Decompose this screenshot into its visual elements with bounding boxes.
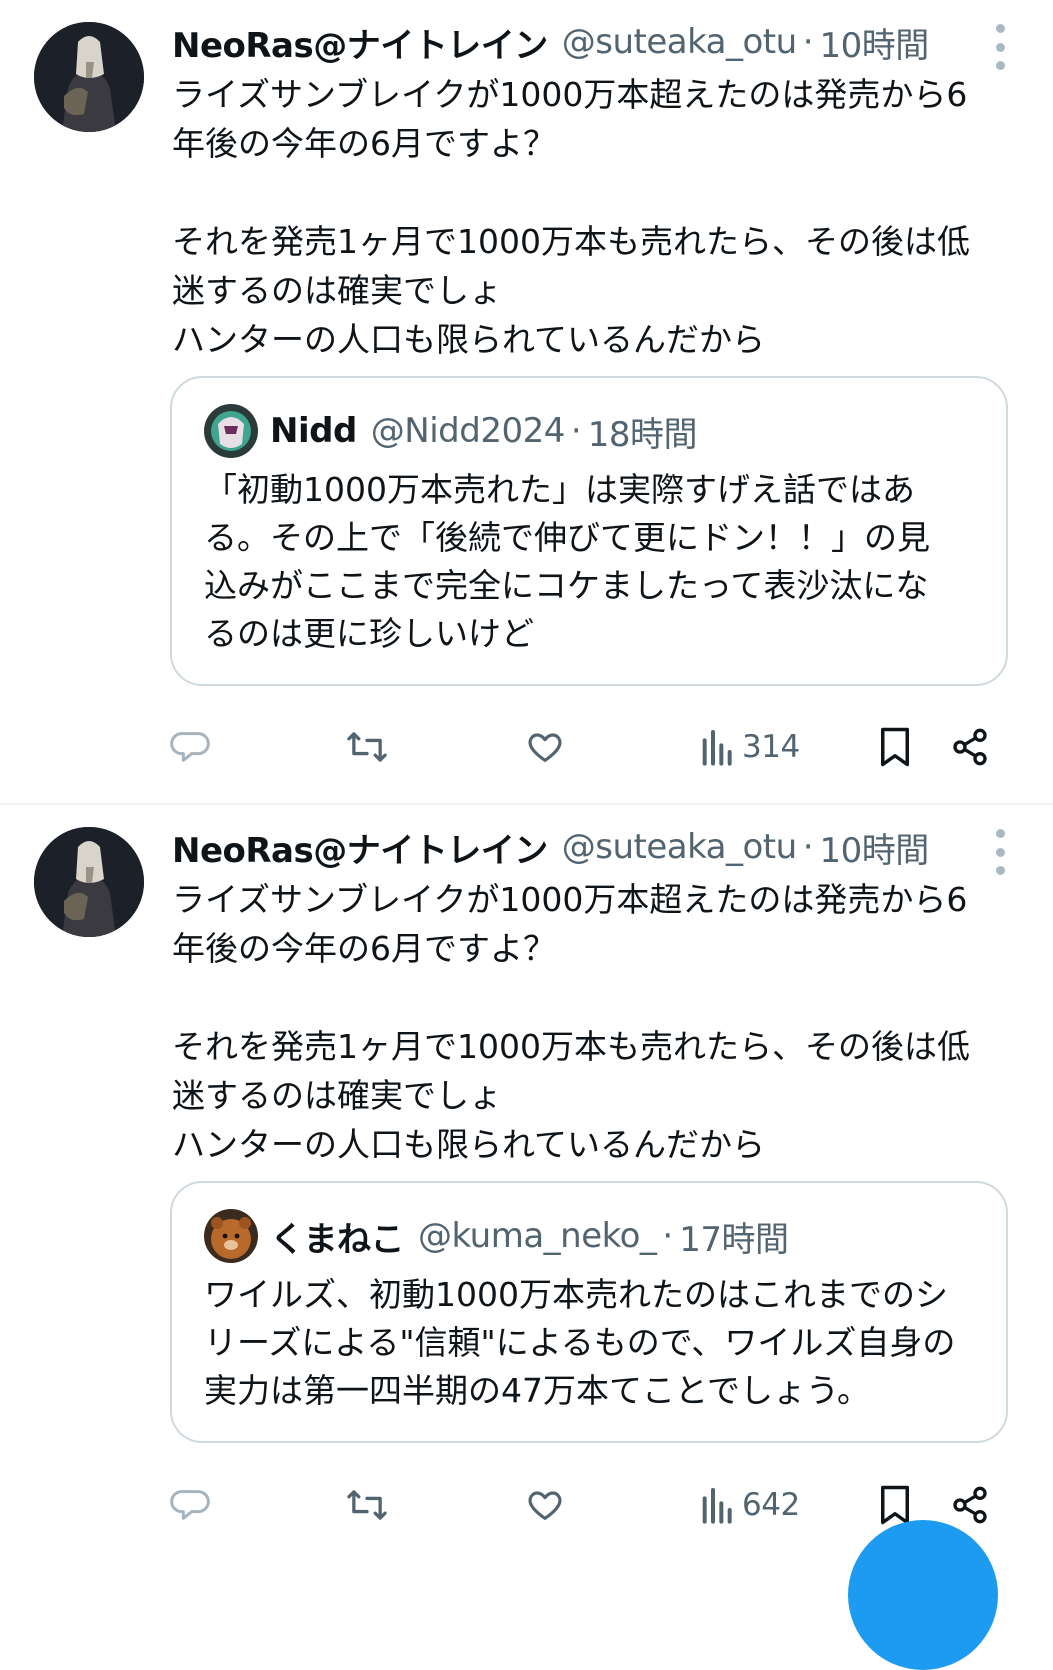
quote-timestamp: 17時間 — [679, 1219, 789, 1260]
quote-header: Nidd @Nidd2024 · 18時間 — [204, 402, 974, 460]
timestamp[interactable]: 10時間 — [820, 823, 930, 872]
action-bar: 314 — [170, 717, 1000, 777]
tweet[interactable]: NeoRas@ナイトレイン @suteaka_otu · 10時間 ライズサンブ… — [0, 0, 1053, 803]
more-icon[interactable] — [988, 829, 1012, 875]
quoted-tweet[interactable]: くまねこ @kuma_neko_ · 17時間 ワイルズ、初動1000万本売れた… — [170, 1181, 1008, 1443]
like-button[interactable] — [524, 1475, 566, 1535]
author-name[interactable]: NeoRas@ナイトレイン — [172, 18, 548, 67]
tweet-header: NeoRas@ナイトレイン @suteaka_otu · 10時間 — [172, 14, 1032, 70]
tweet[interactable]: NeoRas@ナイトレイン @suteaka_otu · 10時間 ライズサンブ… — [0, 803, 1053, 1606]
quote-text: 「初動1000万本売れた」は実際すげえ話ではあ る。その上で「後続で伸びて更にド… — [204, 470, 930, 653]
author-avatar[interactable] — [34, 22, 144, 132]
quote-author-handle: @kuma_neko_ — [418, 1216, 657, 1256]
quote-header: くまねこ @kuma_neko_ · 17時間 — [204, 1207, 974, 1265]
like-icon — [528, 733, 562, 762]
tweet-text: ライズサンブレイクが1000万本超えたのは発売から6 年後の今年の6月ですよ？ … — [172, 880, 970, 1164]
retweet-button[interactable] — [344, 717, 390, 777]
reply-icon — [170, 732, 210, 762]
quote-author-name: Nidd — [270, 411, 357, 451]
author-avatar[interactable] — [34, 827, 144, 937]
views-button[interactable]: 314 — [700, 717, 800, 777]
reply-button[interactable] — [170, 1475, 210, 1535]
tweet-header: NeoRas@ナイトレイン @suteaka_otu · 10時間 — [172, 819, 1032, 875]
like-button[interactable] — [524, 717, 566, 777]
action-bar: 642 — [170, 1475, 1000, 1535]
author-name[interactable]: NeoRas@ナイトレイン — [172, 823, 548, 872]
timestamp[interactable]: 10時間 — [820, 18, 930, 67]
view-count: 314 — [742, 729, 800, 765]
quoted-tweet[interactable]: Nidd @Nidd2024 · 18時間 「初動1000万本売れた」は実際すげ… — [170, 376, 1008, 686]
quote-author-handle: @Nidd2024 — [370, 411, 566, 451]
quote-avatar — [204, 404, 258, 458]
share-button[interactable] — [950, 1475, 990, 1535]
share-button[interactable] — [950, 717, 990, 777]
view-count: 642 — [742, 1487, 800, 1523]
separator-dot: · — [802, 22, 814, 62]
bookmark-icon — [881, 1485, 909, 1525]
bookmark-icon — [881, 727, 909, 767]
tweet-text: ライズサンブレイクが1000万本超えたのは発売から6 年後の今年の6月ですよ？ … — [172, 75, 970, 359]
like-icon — [528, 1491, 562, 1520]
retweet-icon — [347, 732, 387, 762]
views-button[interactable]: 642 — [700, 1475, 800, 1535]
share-icon — [953, 1486, 987, 1524]
quote-avatar — [204, 1209, 258, 1263]
retweet-icon — [347, 1490, 387, 1520]
quote-text: ワイルズ、初動1000万本売れたのはこれまでのシ リーズによる"信頼"によるもの… — [204, 1275, 956, 1410]
author-handle[interactable]: @suteaka_otu — [562, 827, 797, 867]
views-icon — [702, 1488, 732, 1524]
views-icon — [702, 730, 732, 766]
bookmark-button[interactable] — [878, 717, 912, 777]
quote-author-name: くまねこ — [270, 1219, 405, 1260]
separator-dot: · — [570, 411, 582, 451]
share-icon — [953, 728, 987, 766]
author-handle[interactable]: @suteaka_otu — [562, 22, 797, 62]
compose-button[interactable] — [848, 1520, 998, 1670]
quote-timestamp: 18時間 — [587, 414, 698, 455]
separator-dot: · — [662, 1216, 674, 1256]
retweet-button[interactable] — [344, 1475, 390, 1535]
more-icon[interactable] — [988, 24, 1012, 70]
reply-button[interactable] — [170, 717, 210, 777]
separator-dot: · — [802, 827, 814, 867]
reply-icon — [170, 1490, 210, 1520]
